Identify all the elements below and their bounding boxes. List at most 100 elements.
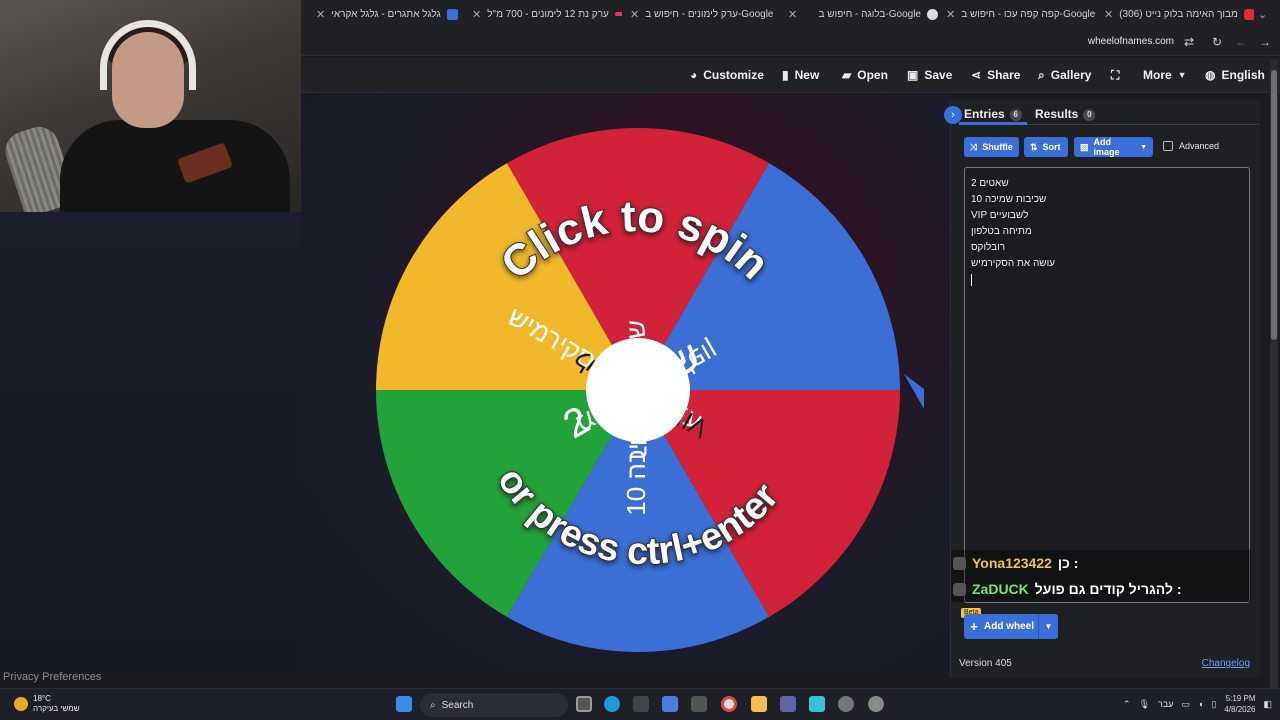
search-icon: ⌕: [1038, 67, 1045, 82]
browser-tab[interactable]: ✕ (306) מבוך האימה בלוק נייט: [1104, 4, 1254, 24]
chevron-down-icon[interactable]: ▼: [1038, 614, 1058, 639]
task-view-icon[interactable]: [576, 696, 592, 712]
wheel-center-hub[interactable]: [586, 338, 690, 442]
more-button[interactable]: More ▼: [1143, 57, 1187, 93]
entries-textarea[interactable]: שאטים 2 שכיבות שמיכה 10 VIP לשבועיים מתי…: [964, 167, 1250, 603]
weather-desc: שמשי בעיקרה: [33, 704, 80, 713]
back-icon[interactable]: ←: [1233, 34, 1249, 50]
tab-title: קפה קפה עכו - חיפוש ב-Google: [961, 8, 1096, 20]
store-icon[interactable]: [633, 696, 649, 712]
copilot-icon[interactable]: [662, 696, 678, 712]
entry-line: VIP לשבועיים: [971, 210, 1029, 221]
language-indicator[interactable]: עבר: [1158, 699, 1173, 709]
scrollbar-thumb[interactable]: [1271, 70, 1277, 340]
tab-results[interactable]: Results 0: [1035, 107, 1096, 121]
taskbar-search-label: Search: [441, 699, 474, 711]
screen: ✕ גלגל אתגרים - גלגל אקראי ✕ ערק נת 12 ל…: [0, 0, 1280, 720]
entries-panel: › Entries 6 Results 0 ⤨ Shuffle ⇅ Sort ▨ A…: [944, 100, 1261, 678]
text-caret: [971, 274, 972, 286]
add-wheel-button[interactable]: + Add wheel ▼: [964, 614, 1058, 639]
close-tab-icon[interactable]: ✕: [788, 8, 797, 21]
chat-message: ZaDUCK להגריל קודים גם פועל :: [951, 576, 1251, 602]
more-label: More: [1143, 68, 1172, 82]
taskbar-search[interactable]: ⌕ Search: [420, 693, 568, 717]
open-button[interactable]: ▰ Open: [842, 57, 888, 93]
customize-label: Customize: [703, 68, 764, 82]
browser-tab[interactable]: ✕ גלגל אתגרים - גלגל אקראי: [316, 4, 466, 24]
close-tab-icon[interactable]: ✕: [630, 8, 639, 21]
fullscreen-button[interactable]: ⛶: [1111, 57, 1119, 93]
save-icon: ▣: [907, 68, 919, 82]
app-icon[interactable]: [809, 696, 825, 712]
settings-icon[interactable]: [868, 696, 884, 712]
add-image-label: Add image: [1093, 137, 1120, 157]
gallery-button[interactable]: ⌕ Gallery: [1038, 57, 1091, 93]
sort-label: Sort: [1042, 142, 1061, 152]
chat-avatar: [953, 582, 966, 596]
windows-start-icon[interactable]: [396, 696, 412, 712]
chevron-up-icon[interactable]: ⌃: [1123, 699, 1131, 710]
webcam-overlay: [0, 0, 301, 212]
app-icon[interactable]: [691, 696, 707, 712]
entry-line: שכיבות שמיכה 10: [971, 194, 1047, 205]
file-explorer-icon[interactable]: [751, 696, 767, 712]
shuffle-button[interactable]: ⤨ Shuffle: [964, 137, 1019, 157]
battery-icon[interactable]: ▯: [1211, 699, 1216, 710]
share-button[interactable]: ⋖ Share: [971, 57, 1020, 93]
advanced-toggle[interactable]: Advanced: [1163, 141, 1219, 151]
youtube-icon: [1243, 8, 1254, 20]
entry-line: מתיחה בטלפון: [971, 226, 1032, 237]
language-button[interactable]: ◍ English: [1205, 57, 1265, 93]
chat-avatar: [953, 556, 966, 570]
reload-icon[interactable]: ↻: [1209, 34, 1225, 50]
volume-icon[interactable]: ◖: [1198, 699, 1203, 709]
clock[interactable]: 5:19 PM 4/8/2026: [1224, 693, 1255, 715]
windows-taskbar: 18°C שמשי בעיקרה ⌕ Search ⌃ 🎙 עבר ▭ ◖ ▯ …: [0, 688, 1280, 720]
edge-icon[interactable]: [604, 696, 620, 712]
changelog-link[interactable]: Changelog: [1202, 658, 1250, 669]
browser-tab[interactable]: ✕ ערק נת 12 לימונים - 700 מ"ל: [472, 4, 622, 24]
microphone-icon[interactable]: 🎙: [1139, 699, 1150, 710]
customize-button[interactable]: ◕ Customize: [690, 57, 764, 93]
privacy-preferences-link[interactable]: Privacy Preferences: [3, 671, 101, 683]
sort-button[interactable]: ⇅ Sort: [1024, 137, 1068, 157]
streamer-body: [60, 120, 290, 212]
wheel[interactable]: שאטים 2עושה את הסקירמישרובלוקסמתיחה בטלפ…: [300, 93, 950, 673]
add-image-button[interactable]: ▨ Add image ▼: [1074, 137, 1153, 157]
site-settings-icon[interactable]: ⇄: [1181, 34, 1197, 50]
notifications-icon[interactable]: ◧: [1263, 699, 1272, 710]
browser-tab[interactable]: ✕ קפה קפה עכו - חיפוש ב-Google: [946, 4, 1096, 24]
globe-icon: ◍: [1205, 68, 1216, 82]
version-label: Version 405: [959, 658, 1012, 669]
save-button[interactable]: ▣ Save: [907, 57, 952, 93]
close-tab-icon[interactable]: ✕: [1104, 8, 1113, 21]
entry-line: רובלוקס: [971, 242, 1006, 253]
google-icon: [927, 8, 938, 20]
browser-tab[interactable]: ✕ ערק לימונים - חיפוש ב-Google: [630, 4, 780, 24]
tab-favicon-icon: [446, 8, 458, 20]
tab-entries[interactable]: Entries 6: [964, 107, 1022, 121]
teams-icon[interactable]: [780, 696, 796, 712]
weather-temp: 18°C: [33, 694, 51, 703]
palette-icon: ◕: [690, 68, 698, 82]
new-button[interactable]: ▮ New: [782, 57, 819, 93]
sort-icon: ⇅: [1030, 141, 1038, 152]
url-bar[interactable]: wheelofnames.com: [1088, 36, 1174, 47]
browser-tab[interactable]: ✕ בלוגה - חיפוש ב-Google: [788, 4, 938, 24]
advanced-checkbox[interactable]: [1163, 141, 1173, 151]
save-label: Save: [924, 68, 953, 82]
page-scrollbar[interactable]: [1270, 60, 1278, 690]
entries-count-badge: 6: [1009, 108, 1022, 121]
panel-tabs: › Entries 6 Results 0: [944, 100, 1261, 126]
weather-widget[interactable]: 18°C שמשי בעיקרה: [14, 694, 80, 714]
tab-title: (306) מבוך האימה בלוק נייט: [1119, 8, 1238, 20]
forward-icon[interactable]: →: [1257, 34, 1273, 50]
tab-list-chevron-icon[interactable]: ⌄: [1258, 4, 1274, 24]
close-tab-icon[interactable]: ✕: [946, 8, 955, 21]
close-tab-icon[interactable]: ✕: [316, 8, 325, 21]
network-icon[interactable]: ▭: [1181, 699, 1190, 710]
app-icon[interactable]: [838, 696, 854, 712]
chrome-icon[interactable]: [721, 696, 737, 712]
tab-title: בלוגה - חיפוש ב-Google: [818, 8, 921, 20]
close-tab-icon[interactable]: ✕: [472, 8, 481, 21]
